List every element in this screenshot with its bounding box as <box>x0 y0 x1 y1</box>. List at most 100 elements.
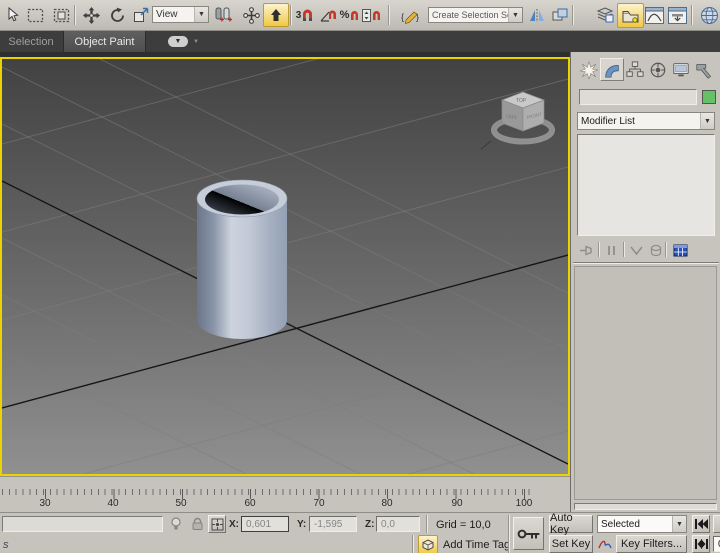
ribbon-tab-bar: Selection Object Paint ▼ ▼ <box>0 31 720 52</box>
previous-frame-button[interactable] <box>713 515 720 533</box>
select-object-icon[interactable] <box>2 3 24 27</box>
status-separator <box>412 535 414 553</box>
make-unique-icon[interactable] <box>627 242 645 258</box>
ruler-label: 30 <box>39 498 50 509</box>
tab-object-paint[interactable]: Object Paint <box>63 31 146 52</box>
y-coordinate-label: Y: <box>297 519 306 530</box>
3ds-max-window: View ▼ 3 % {} <box>0 0 720 553</box>
ruler-label: 100 <box>516 498 533 509</box>
toolbar-separator <box>290 5 292 25</box>
current-frame-field[interactable]: 0 <box>713 536 720 552</box>
select-and-manipulate-icon[interactable] <box>240 3 262 27</box>
modify-tab-icon[interactable] <box>600 58 624 81</box>
animation-selection-dropdown[interactable]: Selected ▼ <box>597 515 687 533</box>
reference-coordinate-system-value: View <box>153 9 194 20</box>
ruler-label: 80 <box>381 498 392 509</box>
remove-modifier-icon[interactable] <box>647 242 665 258</box>
object-name-field[interactable] <box>579 89 697 105</box>
snaps-toggle-3d-icon[interactable]: 3 <box>293 3 317 27</box>
panel-separator <box>598 242 600 257</box>
selection-lock-toggle-icon[interactable] <box>188 516 206 532</box>
notification-bulb-icon[interactable] <box>167 516 185 532</box>
x-coordinate-label: X: <box>229 519 239 530</box>
angle-snap-toggle-icon[interactable] <box>317 3 339 27</box>
edit-named-selection-sets-icon[interactable]: {} <box>398 3 424 27</box>
svg-text:TOP: TOP <box>516 98 527 104</box>
isolate-selection-toggle[interactable] <box>418 535 438 553</box>
spinner-snap-toggle-icon[interactable] <box>360 3 384 27</box>
reference-coordinate-system-dropdown[interactable]: View ▼ <box>152 6 209 23</box>
prompt-line-text: s <box>3 539 9 551</box>
utilities-tab-icon[interactable] <box>692 58 716 81</box>
set-keys-button[interactable] <box>513 517 544 550</box>
status-separator <box>426 515 428 533</box>
panel-divider <box>573 262 719 264</box>
window-crossing-toggle-icon[interactable] <box>50 3 72 27</box>
pin-stack-icon[interactable] <box>577 242 595 258</box>
x-coordinate-field[interactable]: 0,601 <box>241 516 289 532</box>
toolbar-separator <box>572 5 574 25</box>
display-tab-icon[interactable] <box>669 58 693 81</box>
key-mode-toggle-button[interactable] <box>692 535 710 553</box>
layer-manager-icon[interactable] <box>594 3 616 27</box>
named-selection-sets-dropdown[interactable]: Create Selection Se ▼ <box>428 7 523 23</box>
show-end-result-icon[interactable] <box>602 242 620 258</box>
ruler-label: 60 <box>244 498 255 509</box>
create-tab-icon[interactable] <box>577 58 601 81</box>
motion-tab-icon[interactable] <box>646 58 670 81</box>
go-to-start-button[interactable] <box>692 515 710 533</box>
hierarchy-tab-icon[interactable] <box>623 58 647 81</box>
set-key-button[interactable]: Set Key <box>549 535 593 553</box>
align-icon[interactable] <box>549 3 571 27</box>
curve-editor-icon[interactable] <box>643 3 666 27</box>
percent-snap-toggle-icon[interactable]: % <box>339 3 361 27</box>
mirror-icon[interactable] <box>526 3 548 27</box>
track-bar[interactable]: 30 40 50 60 70 80 90 100 <box>0 476 570 513</box>
grid-spacing-label: Grid = 10,0 <box>436 519 491 531</box>
z-coordinate-label: Z: <box>365 519 374 530</box>
scene-explorer-toggle-icon[interactable] <box>617 3 644 28</box>
ruler-label: 90 <box>451 498 462 509</box>
key-filters-button[interactable]: Key Filters... <box>616 535 687 553</box>
z-coordinate-field[interactable]: 0,0 <box>376 516 420 532</box>
modifier-stack-list[interactable] <box>577 134 715 236</box>
status-separator <box>508 515 510 553</box>
panel-separator <box>623 242 625 257</box>
absolute-offset-mode-toggle[interactable] <box>208 515 226 533</box>
tube-object[interactable] <box>197 180 287 339</box>
ribbon-minimize-toggle[interactable]: ▼ <box>168 36 188 47</box>
viewport-canvas: TOP LEFT FRONT <box>2 59 568 474</box>
keyboard-shortcut-override-toggle[interactable] <box>263 3 289 27</box>
ruler-label: 70 <box>313 498 324 509</box>
material-editor-icon[interactable] <box>696 3 720 27</box>
y-coordinate-field[interactable]: -1,595 <box>309 516 357 532</box>
chevron-down-icon[interactable]: ▼ <box>700 113 714 129</box>
default-in-out-tangents-icon[interactable] <box>596 536 614 552</box>
chevron-down-icon[interactable]: ▼ <box>672 516 686 532</box>
chevron-down-icon[interactable]: ▼ <box>508 8 522 22</box>
modifier-list-dropdown[interactable]: Modifier List ▼ <box>577 112 715 130</box>
use-pivot-point-center-icon[interactable] <box>212 3 238 27</box>
add-time-tag-label[interactable]: Add Time Tag <box>443 539 510 551</box>
status-bar: X: 0,601 Y: -1,595 Z: 0,0 Grid = 10,0 s … <box>0 512 720 553</box>
panel-separator <box>665 242 667 257</box>
svg-text:{: { <box>401 12 404 22</box>
schematic-view-icon[interactable] <box>666 3 689 27</box>
rectangular-selection-region-icon[interactable] <box>24 3 46 27</box>
chevron-down-icon: ▼ <box>175 38 182 45</box>
svg-text:}: } <box>416 12 419 22</box>
ruler-label: 40 <box>107 498 118 509</box>
tab-selection[interactable]: Selection <box>0 31 62 52</box>
panel-bottom-strip <box>574 503 717 510</box>
select-and-scale-icon[interactable] <box>130 3 152 27</box>
configure-modifier-sets-icon[interactable] <box>671 242 689 258</box>
select-and-move-icon[interactable] <box>80 3 102 27</box>
chevron-down-icon[interactable]: ▼ <box>194 7 208 22</box>
select-and-rotate-icon[interactable] <box>106 3 128 27</box>
ruler-label: 50 <box>175 498 186 509</box>
auto-key-button[interactable]: Auto Key <box>549 515 593 533</box>
ribbon-menu-arrow-icon[interactable]: ▼ <box>193 39 199 45</box>
perspective-viewport[interactable]: TOP LEFT FRONT <box>0 57 570 476</box>
rollout-area[interactable] <box>574 266 717 500</box>
object-color-swatch[interactable] <box>702 90 716 104</box>
